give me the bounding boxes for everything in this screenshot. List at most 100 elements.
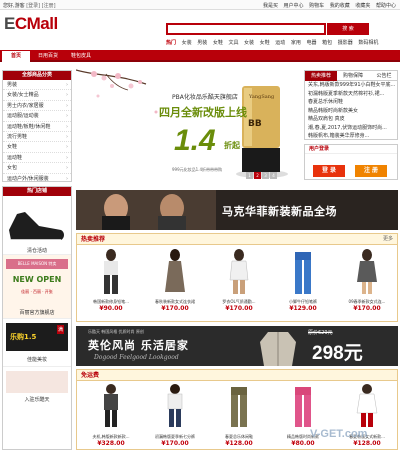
hot-keyword[interactable]: 女鞋: [213, 40, 223, 46]
site-logo[interactable]: ECMall: [4, 14, 58, 34]
hot-keyword[interactable]: 箱包: [322, 40, 332, 46]
product-card[interactable]: 罗衣OL气质通勤... ¥170.00: [211, 248, 267, 312]
category-label: 运动户外/休闲服装: [7, 175, 49, 182]
product-price: ¥128.00: [225, 440, 253, 447]
category-item[interactable]: 运动鞋/板鞋/休闲鞋 ›: [3, 122, 71, 132]
tab-hot[interactable]: 热卖推荐: [305, 71, 337, 81]
nav-tab-daily[interactable]: 日用百货: [33, 51, 63, 62]
banner-page[interactable]: 1: [246, 172, 253, 179]
product-card[interactable]: 韩国新款修身铅笔... ¥90.00: [83, 248, 139, 312]
product-card[interactable]: 春秋装新款女式连衣裙 ¥170.00: [147, 248, 203, 312]
hot-keyword[interactable]: 女装: [182, 40, 192, 46]
promo-banner-1[interactable]: 马克华菲新装新品全场: [76, 190, 398, 230]
greeting: 您好,游客 [登录] [注册]: [3, 2, 56, 9]
hot-keyword[interactable]: 女鞋: [260, 40, 270, 46]
hot-keyword[interactable]: 女装: [244, 40, 254, 46]
hot-keyword[interactable]: 数码相机: [358, 40, 378, 46]
top-bar: 您好,游客 [登录] [注册] 我是买 用户中心 购物车 我的收藏 收藏夹 帮助…: [0, 0, 400, 10]
login-box: 用户登录 登 录 注 册: [304, 144, 398, 180]
more-link[interactable]: 更多: [383, 234, 393, 245]
news-item[interactable]: 初漏韩版夏季新款天然棉衬衫,裙...: [305, 90, 397, 99]
top-link-buyer[interactable]: 我是买: [263, 3, 278, 9]
top-link-help[interactable]: 帮助中心: [376, 3, 396, 9]
tab-notice[interactable]: 公告栏: [369, 71, 399, 81]
promo-banner-2[interactable]: 乐酷天 韩国风格 优质时尚 原创 英伦风尚 乐活居家 Dogood Feelgo…: [76, 326, 398, 366]
category-label: 女鞋: [7, 144, 18, 151]
register-button[interactable]: 注 册: [355, 165, 387, 177]
promo-small: 满: [56, 325, 64, 334]
main-banner[interactable]: YangSang BB PBA化妆品乐酷天旗舰店 四月全新改版上线 1.4 折起…: [76, 66, 300, 182]
nav-tab-bags[interactable]: 鞋包皮具: [66, 51, 96, 62]
promo2-price: 298元: [312, 343, 363, 364]
shop-item[interactable]: 入驻乐酷天: [3, 366, 71, 406]
category-item[interactable]: 女鞋 ›: [3, 142, 71, 153]
promo-label: BELLE MAISON 特卖: [6, 259, 68, 269]
hot-keyword[interactable]: 运动: [275, 40, 285, 46]
category-label: 运动服/运动装: [7, 113, 39, 120]
hot-keyword[interactable]: 摄影器: [338, 40, 353, 46]
tab-guarantee[interactable]: 购物保障: [337, 71, 369, 81]
category-item[interactable]: 运动服/运动装 ›: [3, 111, 71, 122]
banner-page[interactable]: 2: [254, 172, 261, 179]
top-link-favorites[interactable]: 我的收藏: [330, 3, 350, 9]
category-item[interactable]: 运动鞋 ›: [3, 153, 71, 164]
hot-keyword[interactable]: 男装: [197, 40, 207, 46]
product-card[interactable]: 初漏韩版夏季新七分裤 ¥170.00: [147, 383, 203, 447]
news-item[interactable]: 精品韩版时尚新款美女: [305, 107, 397, 116]
chevron-right-icon: ›: [66, 154, 68, 161]
search-button[interactable]: 搜 索: [327, 23, 369, 35]
news-item[interactable]: 关东,韩版新款999年91小白鞋女平底...: [305, 81, 397, 90]
hot-keyword[interactable]: 家用: [291, 40, 301, 46]
category-item[interactable]: 女装/女士精品 ›: [3, 90, 71, 101]
product-image: [295, 387, 311, 427]
news-item[interactable]: 春夏总乐休闲鞋: [305, 98, 397, 107]
product-card[interactable]: 小脚牛仔铅笔裤 ¥129.00: [275, 248, 331, 312]
register-link[interactable]: [注册]: [42, 3, 56, 9]
category-label: 女装/女士精品: [7, 92, 39, 99]
promo2-original-price: 原价629元: [308, 330, 333, 336]
shop-item[interactable]: 乐购1.5 满 佳能美妆: [3, 318, 71, 366]
product-price: ¥80.00: [291, 440, 315, 447]
search-input[interactable]: [166, 23, 326, 35]
product-card[interactable]: 夫机,韩版新款新款... ¥328.00: [83, 383, 139, 447]
login-title: 用户登录: [305, 145, 397, 154]
watermark: V-GET.com: [310, 428, 368, 440]
top-link-bookmark[interactable]: 收藏夹: [355, 3, 370, 9]
top-link-user-center[interactable]: 用户中心: [284, 3, 304, 9]
category-label: 运动鞋/板鞋/休闲鞋: [7, 123, 51, 130]
hot-keyword[interactable]: 文具: [228, 40, 238, 46]
hot-keyword[interactable]: 电器: [306, 40, 316, 46]
chevron-right-icon: ›: [66, 102, 68, 109]
category-item[interactable]: 女包 ›: [3, 163, 71, 174]
product-image: [167, 384, 183, 427]
category-label: 女包: [7, 165, 18, 172]
category-item[interactable]: 运动户外/休闲服装 ›: [3, 174, 71, 184]
hot-products-section: 热卖推荐 更多 韩国新款修身铅笔... ¥90.00 春秋装新款女式连衣裙 ¥1…: [76, 233, 398, 322]
category-item[interactable]: 男装 ›: [3, 80, 71, 91]
product-card[interactable]: 春夏总乐休闲鞋 ¥128.00: [211, 383, 267, 447]
news-item[interactable]: 精品双肩包 真皮: [305, 115, 397, 124]
banner-headline: 四月全新改版上线: [159, 106, 247, 119]
shop-item[interactable]: 清仓活动: [3, 196, 71, 254]
shop-name: 佳能美妆: [26, 357, 47, 363]
promo-cta: 佳丽 · 百丽 · 开张: [21, 289, 53, 294]
promo-image: 乐购1.5 满: [6, 323, 68, 351]
login-link[interactable]: [登录]: [26, 3, 40, 9]
banner-page[interactable]: 3: [262, 172, 269, 179]
category-item[interactable]: 男士内衣/家居服 ›: [3, 101, 71, 112]
chevron-right-icon: ›: [66, 113, 68, 120]
product-card[interactable]: 09春季新款女式连... ¥170.00: [339, 248, 395, 312]
news-box: 热卖推荐 购物保障 公告栏 关东,韩版新款999年91小白鞋女平底... 初漏韩…: [304, 70, 398, 140]
top-link-cart[interactable]: 购物车: [309, 3, 324, 9]
news-item[interactable]: 韩版帆布,箱装美华厚修身...: [305, 132, 397, 141]
shop-item[interactable]: BELLE MAISON 特卖 NEW OPEN 佳丽 · 百丽 · 开张 百丽…: [3, 254, 71, 318]
news-item[interactable]: 潮,春,夏,2017,伏饰运动服饰时尚...: [305, 124, 397, 133]
hot-shops: 热门店铺 清仓活动 BELLE MAISON 特卖 NEW OPEN 佳丽 · …: [2, 186, 72, 450]
product-image: [231, 387, 247, 427]
chevron-right-icon: ›: [66, 165, 68, 172]
banner-page[interactable]: 4: [270, 172, 277, 179]
category-item[interactable]: 流行男鞋 ›: [3, 132, 71, 143]
nav-tab-home[interactable]: 首页: [2, 51, 30, 62]
login-button[interactable]: 登 录: [313, 165, 345, 177]
shop-name: 百丽官方旗舰店: [19, 310, 55, 316]
